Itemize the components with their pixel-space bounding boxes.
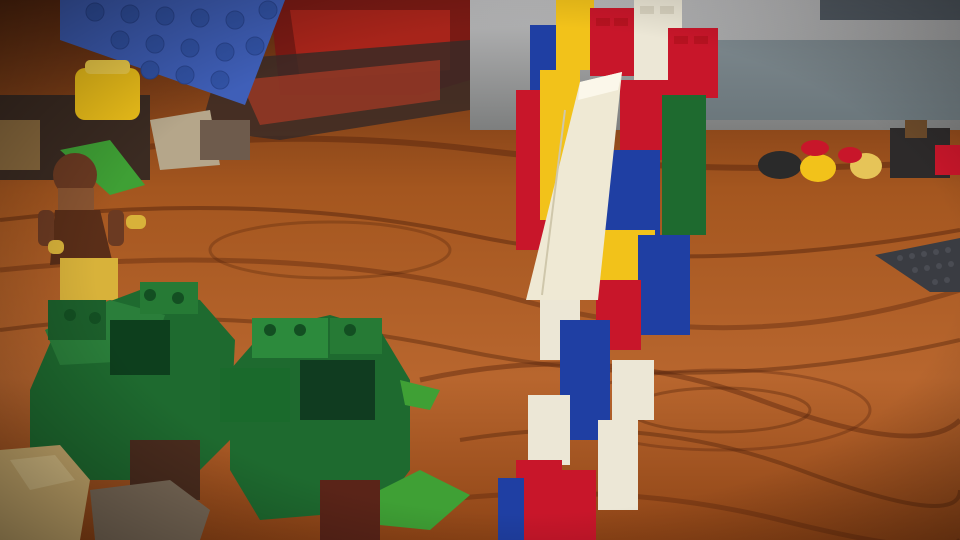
photo-scene <box>0 0 960 540</box>
vignette <box>0 0 960 540</box>
